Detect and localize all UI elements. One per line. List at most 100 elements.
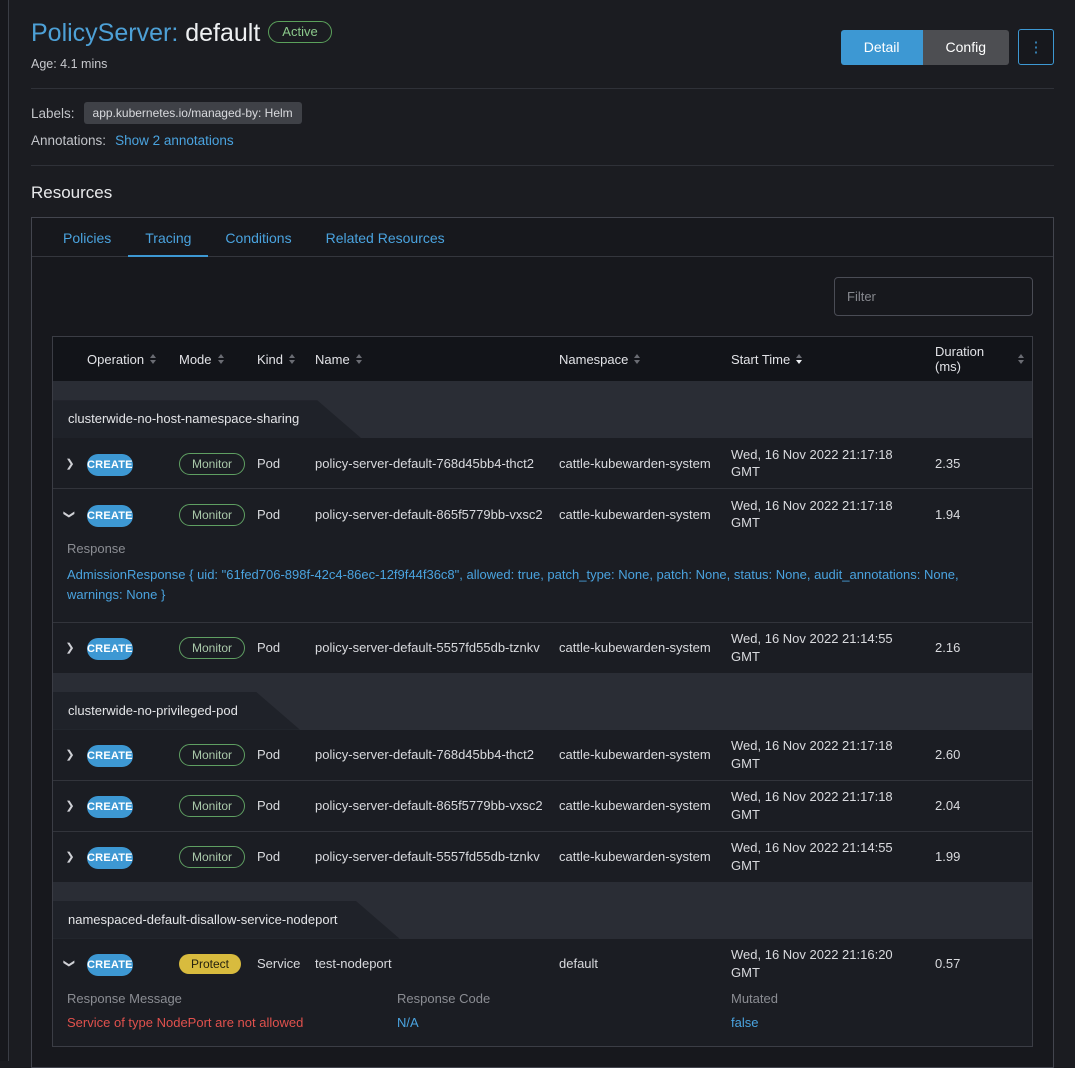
mode-badge: Monitor bbox=[179, 637, 245, 659]
group-header: clusterwide-no-host-namespace-sharing bbox=[53, 381, 1032, 438]
row-start-time: Wed, 16 Nov 2022 21:14:55 GMT bbox=[731, 839, 935, 874]
row-namespace: cattle-kubewarden-system bbox=[559, 455, 731, 473]
detail-field: Mutated false bbox=[731, 991, 1018, 1030]
row-duration: 2.16 bbox=[935, 639, 1032, 657]
mode-badge: Monitor bbox=[179, 744, 245, 766]
field-value: Service of type NodePort are not allowed bbox=[67, 1015, 397, 1030]
group-title: clusterwide-no-privileged-pod bbox=[53, 692, 300, 730]
row-name: policy-server-default-5557fd55db-tznkv bbox=[315, 848, 559, 866]
group-rows: ❯ CREATE Protect Service test-nodeport d… bbox=[53, 939, 1032, 1046]
chevron-icon: ❯ bbox=[65, 748, 74, 761]
table-row: ❯ CREATE Monitor Pod policy-server-defau… bbox=[53, 780, 1032, 831]
row-duration: 1.99 bbox=[935, 848, 1032, 866]
table-groups: clusterwide-no-host-namespace-sharing ❯ … bbox=[53, 381, 1032, 1045]
sort-icon bbox=[289, 354, 295, 364]
row-name: policy-server-default-865f5779bb-vxsc2 bbox=[315, 506, 559, 524]
filter-input[interactable] bbox=[834, 277, 1033, 316]
column-header-duration[interactable]: Duration (ms) bbox=[935, 344, 1032, 374]
row-name: policy-server-default-768d45bb4-thct2 bbox=[315, 746, 559, 764]
row-expander[interactable]: ❯ bbox=[53, 457, 87, 470]
tab-policies[interactable]: Policies bbox=[46, 218, 128, 257]
sort-icon bbox=[150, 354, 156, 364]
chevron-icon: ❯ bbox=[64, 510, 77, 519]
operation-badge: CREATE bbox=[87, 638, 133, 660]
tab-tracing[interactable]: Tracing bbox=[128, 218, 208, 257]
row-kind: Pod bbox=[257, 848, 315, 866]
row-start-time: Wed, 16 Nov 2022 21:16:20 GMT bbox=[731, 946, 935, 981]
page-title: PolicyServer: defaultActive bbox=[31, 20, 332, 48]
table-row: ❯ CREATE Monitor Pod policy-server-defau… bbox=[53, 622, 1032, 673]
config-button[interactable]: Config bbox=[923, 30, 1009, 65]
row-name: policy-server-default-768d45bb4-thct2 bbox=[315, 455, 559, 473]
label-badge: app.kubernetes.io/managed-by: Helm bbox=[84, 102, 302, 124]
row-kind: Pod bbox=[257, 746, 315, 764]
row-kind: Pod bbox=[257, 639, 315, 657]
operation-badge: CREATE bbox=[87, 847, 133, 869]
labels-row: Labels: app.kubernetes.io/managed-by: He… bbox=[31, 102, 1054, 124]
row-duration: 2.35 bbox=[935, 455, 1032, 473]
row-expander[interactable]: ❯ bbox=[53, 850, 87, 863]
response-text: AdmissionResponse { uid: "61fed706-898f-… bbox=[67, 565, 1018, 605]
field-value: N/A bbox=[397, 1015, 731, 1030]
row-duration: 2.60 bbox=[935, 746, 1032, 764]
show-annotations-link[interactable]: Show 2 annotations bbox=[115, 133, 234, 148]
age-text: Age: 4.1 mins bbox=[31, 57, 332, 71]
row-namespace: cattle-kubewarden-system bbox=[559, 506, 731, 524]
table-row: ❯ CREATE Monitor Pod policy-server-defau… bbox=[53, 438, 1032, 488]
row-kind: Pod bbox=[257, 506, 315, 524]
title-block: PolicyServer: defaultActive Age: 4.1 min… bbox=[31, 20, 332, 71]
column-header-start-time[interactable]: Start Time bbox=[731, 352, 935, 367]
table-header: Operation Mode Kind Name Namespace Start… bbox=[53, 337, 1032, 381]
column-header-kind[interactable]: Kind bbox=[257, 352, 315, 367]
row-kind: Pod bbox=[257, 797, 315, 815]
group-header: namespaced-default-disallow-service-node… bbox=[53, 882, 1032, 939]
operation-badge: CREATE bbox=[87, 745, 133, 767]
row-expander[interactable]: ❯ bbox=[53, 799, 87, 812]
detail-button[interactable]: Detail bbox=[841, 30, 923, 65]
field-label: Mutated bbox=[731, 991, 1018, 1006]
row-expander[interactable]: ❯ bbox=[53, 508, 87, 521]
sort-icon bbox=[634, 354, 640, 364]
policy-group: namespaced-default-disallow-service-node… bbox=[53, 882, 1032, 1046]
kebab-menu-button[interactable]: ⋮ bbox=[1018, 29, 1054, 65]
row-duration: 2.04 bbox=[935, 797, 1032, 815]
row-expander[interactable]: ❯ bbox=[53, 957, 87, 970]
resources-heading: Resources bbox=[31, 183, 1054, 203]
row-start-time: Wed, 16 Nov 2022 21:17:18 GMT bbox=[731, 737, 935, 772]
row-name: policy-server-default-865f5779bb-vxsc2 bbox=[315, 797, 559, 815]
row-name: test-nodeport bbox=[315, 955, 559, 973]
field-value: false bbox=[731, 1015, 1018, 1030]
chevron-icon: ❯ bbox=[64, 959, 77, 968]
field-label: Response Message bbox=[67, 991, 397, 1006]
mode-badge: Monitor bbox=[179, 795, 245, 817]
policy-group: clusterwide-no-privileged-pod ❯ CREATE M… bbox=[53, 673, 1032, 882]
operation-badge: CREATE bbox=[87, 796, 133, 818]
row-namespace: cattle-kubewarden-system bbox=[559, 746, 731, 764]
row-namespace: cattle-kubewarden-system bbox=[559, 797, 731, 815]
annotations-row: Annotations: Show 2 annotations bbox=[31, 133, 1054, 148]
resources-tab-pane: Policies Tracing Conditions Related Reso… bbox=[31, 217, 1054, 1067]
group-rows: ❯ CREATE Monitor Pod policy-server-defau… bbox=[53, 438, 1032, 672]
column-header-name[interactable]: Name bbox=[315, 352, 559, 367]
kebab-icon: ⋮ bbox=[1029, 39, 1044, 56]
table-row: ❯ CREATE Monitor Pod policy-server-defau… bbox=[53, 488, 1032, 621]
mode-badge: Monitor bbox=[179, 453, 245, 475]
row-namespace: cattle-kubewarden-system bbox=[559, 639, 731, 657]
tab-related-resources[interactable]: Related Resources bbox=[309, 218, 462, 257]
row-expander[interactable]: ❯ bbox=[53, 748, 87, 761]
tab-conditions[interactable]: Conditions bbox=[208, 218, 308, 257]
row-expander[interactable]: ❯ bbox=[53, 641, 87, 654]
tracing-pane-body: Operation Mode Kind Name Namespace Start… bbox=[32, 257, 1053, 1066]
column-header-namespace[interactable]: Namespace bbox=[559, 352, 731, 367]
group-rows: ❯ CREATE Monitor Pod policy-server-defau… bbox=[53, 730, 1032, 882]
column-header-operation[interactable]: Operation bbox=[87, 352, 179, 367]
policy-group: clusterwide-no-host-namespace-sharing ❯ … bbox=[53, 381, 1032, 672]
operation-badge: CREATE bbox=[87, 954, 133, 976]
resource-name: default bbox=[185, 19, 260, 47]
column-header-mode[interactable]: Mode bbox=[179, 352, 257, 367]
chevron-icon: ❯ bbox=[65, 641, 74, 654]
status-badge: Active bbox=[268, 21, 331, 43]
row-namespace: cattle-kubewarden-system bbox=[559, 848, 731, 866]
divider bbox=[31, 165, 1054, 166]
operation-badge: CREATE bbox=[87, 505, 133, 527]
